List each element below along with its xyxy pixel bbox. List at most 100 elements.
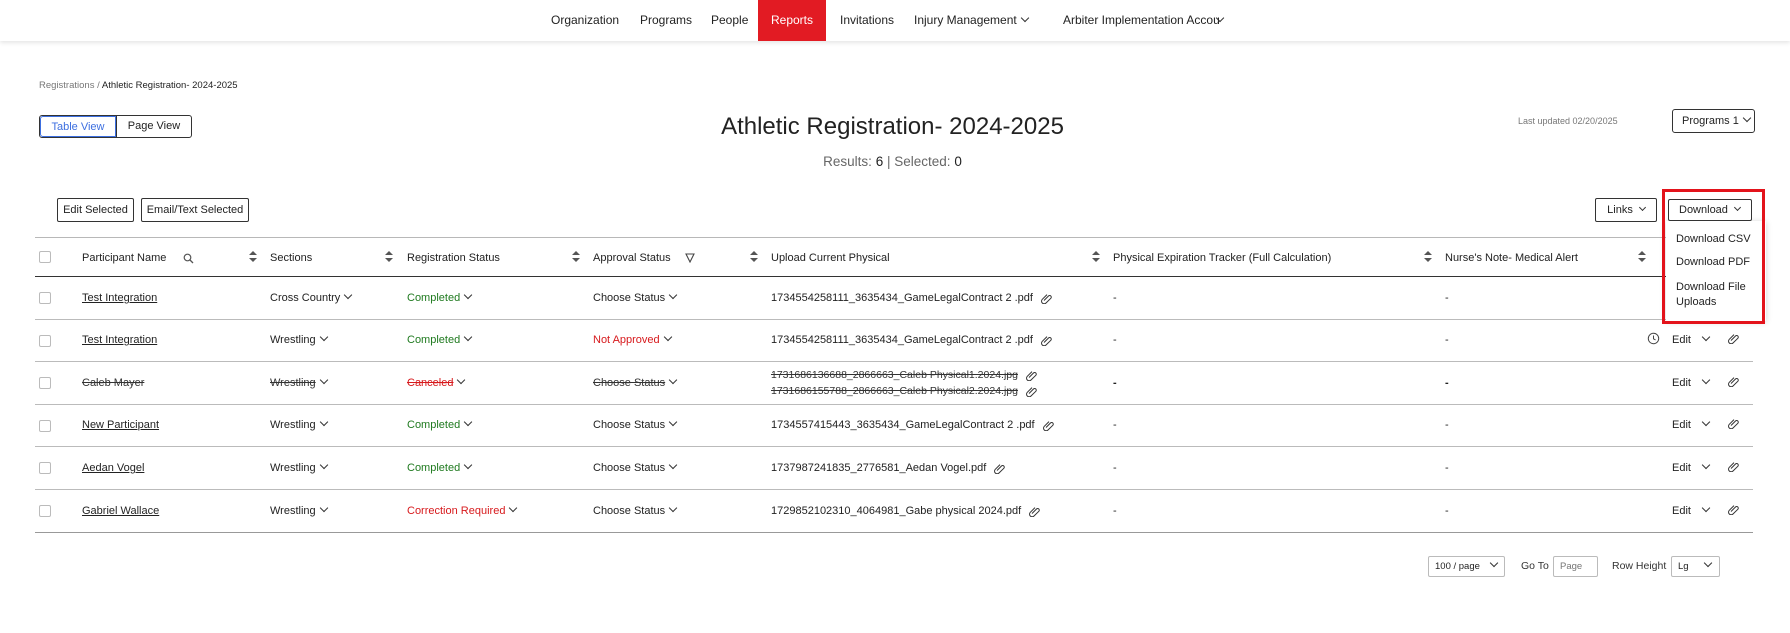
registration-status-dropdown[interactable]: Correction Required: [407, 503, 518, 517]
nav-item-reports[interactable]: Reports: [758, 0, 826, 41]
edit-menu[interactable]: Edit: [1672, 332, 1711, 346]
registration-status-dropdown[interactable]: Completed: [407, 417, 473, 431]
filter-icon[interactable]: [685, 253, 695, 263]
registration-status-dropdown[interactable]: Canceled: [407, 375, 466, 389]
email-text-selected-button[interactable]: Email/Text Selected: [141, 198, 249, 222]
section-dropdown[interactable]: Wrestling: [270, 417, 328, 431]
history-icon[interactable]: [1647, 332, 1660, 345]
sort-icon[interactable]: [1424, 250, 1432, 264]
column-header-registration-status[interactable]: Registration Status: [407, 252, 500, 264]
upload-file-link[interactable]: 1734554258111_3635434_GameLegalContract …: [771, 292, 1052, 304]
edit-menu[interactable]: Edit: [1672, 460, 1711, 474]
approval-status-dropdown[interactable]: Choose Status: [593, 375, 678, 389]
sort-icon[interactable]: [750, 250, 758, 264]
nav-item-account[interactable]: Arbiter Implementation Accou: [1063, 0, 1225, 41]
breadcrumb-parent[interactable]: Registrations: [39, 80, 94, 91]
row-checkbox[interactable]: [39, 377, 51, 389]
nav-item-programs[interactable]: Programs: [640, 0, 692, 41]
chevron-down-icon: [319, 332, 328, 342]
paperclip-icon[interactable]: [1026, 386, 1037, 397]
paperclip-icon[interactable]: [1728, 418, 1739, 429]
paperclip-icon[interactable]: [994, 463, 1006, 474]
registration-status-dropdown[interactable]: Completed: [407, 332, 473, 346]
upload-file-link[interactable]: 1731686155788_2866663_Caleb Physical2.20…: [771, 385, 1037, 397]
participant-name-link[interactable]: Test Integration: [82, 334, 157, 346]
section-dropdown[interactable]: Wrestling: [270, 375, 328, 389]
table-view-button[interactable]: Table View: [40, 116, 116, 137]
select-all-checkbox[interactable]: [39, 251, 51, 263]
paperclip-icon[interactable]: [1041, 335, 1052, 346]
paperclip-icon[interactable]: [1042, 420, 1054, 431]
section-dropdown[interactable]: Wrestling: [270, 503, 328, 517]
table-row[interactable]: Gabriel Wallace Wrestling Correction Req…: [35, 490, 1753, 533]
table-row[interactable]: Test Integration Wrestling Completed Not…: [35, 320, 1753, 362]
row-checkbox[interactable]: [39, 420, 51, 432]
approval-status-dropdown[interactable]: Choose Status: [593, 417, 678, 431]
page-view-button[interactable]: Page View: [116, 116, 191, 137]
nav-item-injury-management[interactable]: Injury Management: [914, 0, 1029, 41]
upload-file-link[interactable]: 1734557415443_3635434_GameLegalContract …: [771, 419, 1054, 431]
column-header-participant-name[interactable]: Participant Name: [82, 252, 166, 264]
paperclip-icon[interactable]: [1728, 504, 1739, 515]
table-row[interactable]: Caleb Mayer Wrestling Canceled Choose St…: [35, 362, 1753, 405]
column-header-approval-status[interactable]: Approval Status: [593, 252, 671, 264]
sort-icon[interactable]: [249, 250, 257, 264]
participant-name-link[interactable]: New Participant: [82, 419, 159, 431]
go-to-page-input[interactable]: [1553, 556, 1598, 577]
row-checkbox[interactable]: [39, 292, 51, 304]
nav-item-organization[interactable]: Organization: [551, 0, 619, 41]
upload-file-link[interactable]: 1731686136688_2866663_Caleb Physical1.20…: [771, 369, 1037, 381]
registration-status-dropdown[interactable]: Completed: [407, 460, 473, 474]
sort-icon[interactable]: [1092, 250, 1100, 264]
row-checkbox[interactable]: [39, 335, 51, 347]
participant-name-link[interactable]: Test Integration: [82, 292, 157, 304]
upload-file-link[interactable]: 1737987241835_2776581_Aedan Vogel.pdf: [771, 462, 1006, 474]
approval-status-dropdown[interactable]: Choose Status: [593, 503, 678, 517]
participant-name-link[interactable]: Caleb Mayer: [82, 377, 144, 389]
approval-status-dropdown[interactable]: Choose Status: [593, 290, 678, 304]
section-value: Wrestling: [270, 505, 316, 517]
programs-filter-button[interactable]: Programs 1: [1672, 109, 1755, 133]
paperclip-icon[interactable]: [1029, 506, 1040, 517]
search-icon[interactable]: [183, 253, 194, 264]
edit-selected-button[interactable]: Edit Selected: [57, 198, 134, 222]
column-header-physical-expiration-tracker[interactable]: Physical Expiration Tracker (Full Calcul…: [1113, 252, 1331, 264]
registration-status-dropdown[interactable]: Completed: [407, 290, 473, 304]
table-row[interactable]: Aedan Vogel Wrestling Completed Choose S…: [35, 447, 1753, 490]
paperclip-icon[interactable]: [1041, 293, 1052, 304]
section-dropdown[interactable]: Wrestling: [270, 460, 328, 474]
participant-name-link[interactable]: Gabriel Wallace: [82, 505, 159, 517]
participant-name-link[interactable]: Aedan Vogel: [82, 462, 144, 474]
table-row[interactable]: Test Integration Cross Country Completed…: [35, 277, 1753, 320]
sort-icon[interactable]: [385, 250, 393, 264]
approval-status-dropdown[interactable]: Choose Status: [593, 460, 678, 474]
row-checkbox[interactable]: [39, 505, 51, 517]
edit-menu[interactable]: Edit: [1672, 417, 1711, 431]
links-button[interactable]: Links: [1595, 198, 1657, 222]
section-dropdown[interactable]: Cross Country: [270, 290, 353, 304]
upload-file-link[interactable]: 1729852102310_4064981_Gabe physical 2024…: [771, 505, 1040, 517]
chevron-down-icon: [509, 503, 518, 513]
sort-icon[interactable]: [572, 250, 580, 264]
row-height-select[interactable]: Lg: [1671, 556, 1720, 577]
column-header-upload-current-physical[interactable]: Upload Current Physical: [771, 252, 890, 264]
paperclip-icon[interactable]: [1026, 370, 1037, 381]
per-page-select[interactable]: 100 / page: [1428, 556, 1505, 577]
approval-status-dropdown[interactable]: Not Approved: [593, 332, 672, 346]
edit-menu[interactable]: Edit: [1672, 375, 1711, 389]
section-value: Cross Country: [270, 292, 341, 304]
paperclip-icon[interactable]: [1728, 376, 1739, 387]
chevron-down-icon: [463, 332, 473, 342]
paperclip-icon[interactable]: [1728, 333, 1739, 344]
sort-icon[interactable]: [1638, 250, 1646, 264]
table-row[interactable]: New Participant Wrestling Completed Choo…: [35, 405, 1753, 447]
row-checkbox[interactable]: [39, 462, 51, 474]
edit-menu[interactable]: Edit: [1672, 503, 1711, 517]
column-header-sections[interactable]: Sections: [270, 252, 312, 264]
section-dropdown[interactable]: Wrestling: [270, 332, 328, 346]
nav-item-people[interactable]: People: [711, 0, 748, 41]
column-header-nurses-note[interactable]: Nurse's Note- Medical Alert: [1445, 252, 1578, 264]
nav-item-invitations[interactable]: Invitations: [840, 0, 894, 41]
upload-file-link[interactable]: 1734554258111_3635434_GameLegalContract …: [771, 334, 1052, 346]
paperclip-icon[interactable]: [1728, 461, 1739, 472]
